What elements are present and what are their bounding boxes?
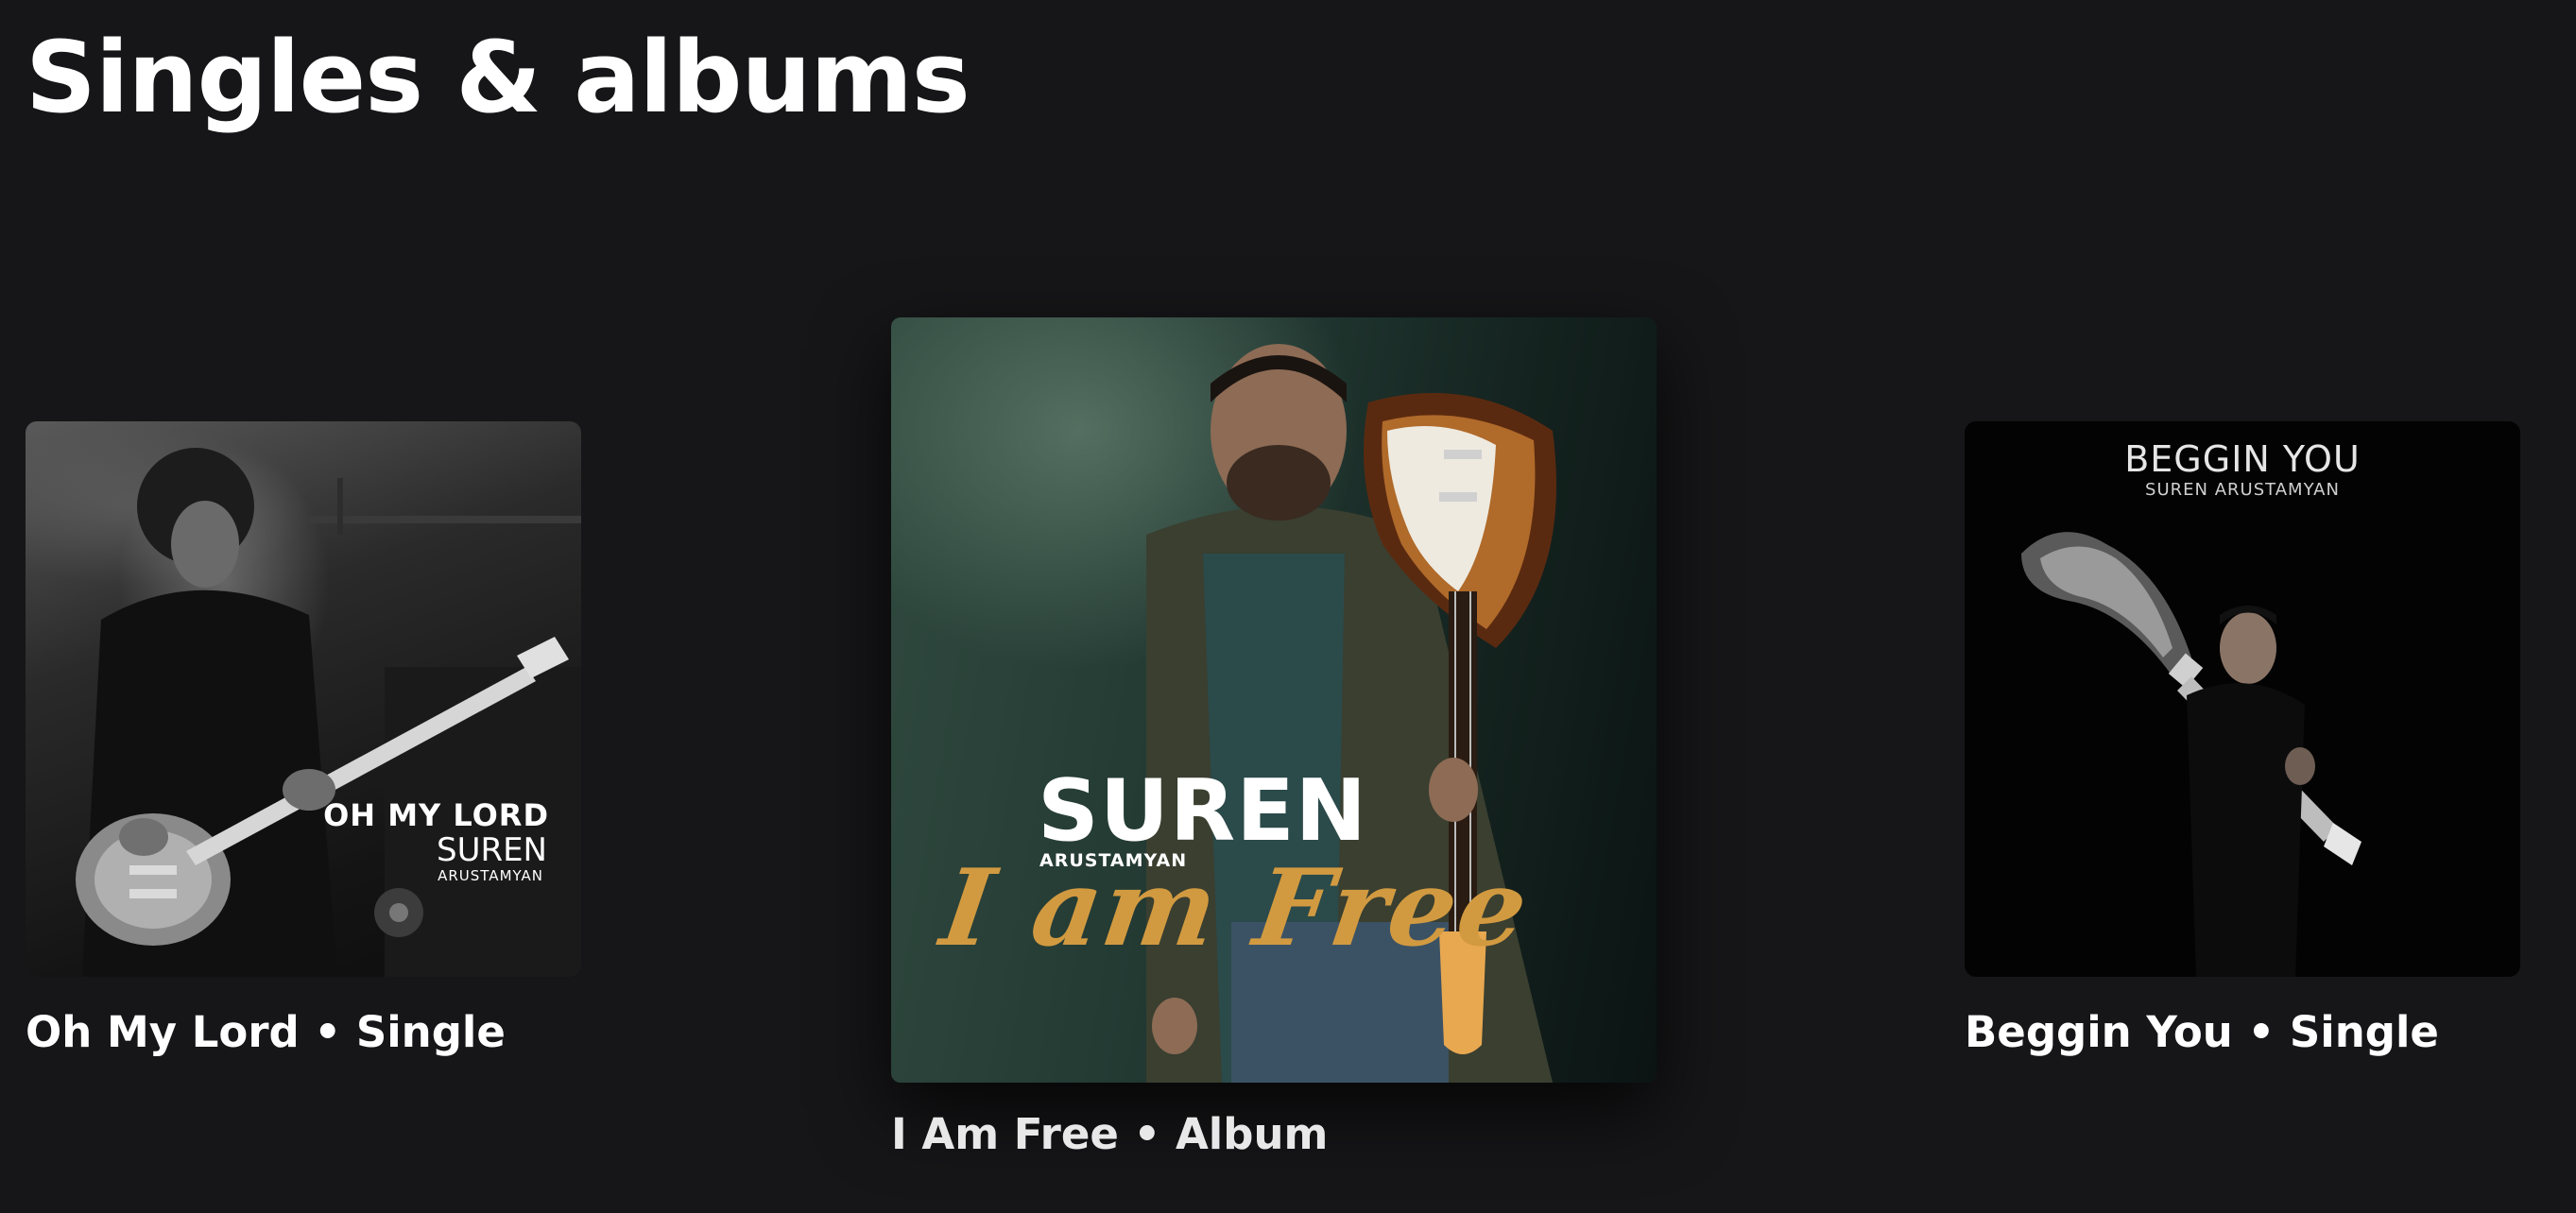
release-card-beggin-you[interactable]: BEGGIN YOU SUREN ARUSTAMYAN Beggin You •… [1965,421,2520,1057]
section-title: Singles & albums [26,20,970,135]
cover-art-i-am-free[interactable]: SUREN ARUSTAMYAN I am Free [891,317,1657,1083]
cover-title-text: BEGGIN YOU [2124,438,2361,480]
cover-art-oh-my-lord-illustration [76,448,581,977]
release-label-oh-my-lord[interactable]: Oh My Lord • Single [26,1007,506,1057]
cover-art-beggin-you[interactable]: BEGGIN YOU SUREN ARUSTAMYAN [1965,421,2520,977]
cover-artist-surname-text: ARUSTAMYAN [438,867,543,884]
cover-title-text: I am Free [934,846,1537,970]
cover-art-beggin-you-illustration [2021,532,2361,977]
release-card-oh-my-lord[interactable]: OH MY LORD SUREN ARUSTAMYAN Oh My Lord •… [26,421,581,1057]
release-label-i-am-free[interactable]: I Am Free • Album [891,1109,1328,1159]
cover-artist-text: SUREN [436,831,547,869]
singles-albums-section: Singles & albums OH MY LORD SUREN ARUSTA… [0,0,2576,1213]
cover-artist-text: SUREN ARUSTAMYAN [2145,480,2340,500]
release-label-beggin-you[interactable]: Beggin You • Single [1965,1007,2439,1057]
cover-art-oh-my-lord[interactable]: OH MY LORD SUREN ARUSTAMYAN [26,421,581,977]
release-card-i-am-free[interactable]: SUREN ARUSTAMYAN I am Free I Am Free • A… [891,317,1657,1159]
cover-title-text: OH MY LORD [323,797,549,833]
